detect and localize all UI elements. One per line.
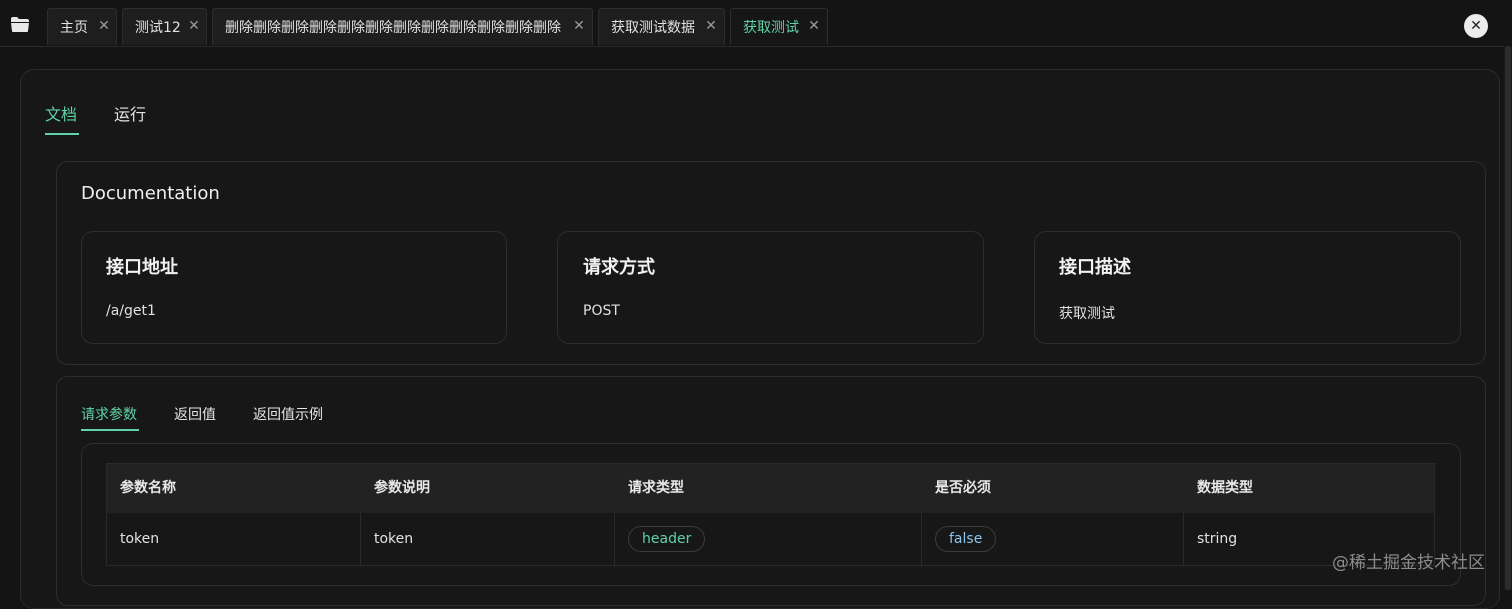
- close-all-button[interactable]: ✕: [1464, 14, 1488, 38]
- tab-return-values[interactable]: 返回值: [174, 404, 216, 424]
- cell-param-desc: token: [361, 513, 615, 565]
- tab-get-test-data[interactable]: 获取测试数据 ✕: [598, 8, 725, 45]
- tab-get-test[interactable]: 获取测试 ✕: [730, 8, 828, 45]
- cell-param-name: token: [107, 513, 361, 565]
- cell-request-type: header: [615, 513, 922, 565]
- table-row: token token header false string: [107, 513, 1434, 565]
- info-card-method: [557, 231, 984, 344]
- tab-label: 获取测试数据: [611, 20, 695, 36]
- watermark: @稀土掘金技术社区: [1332, 553, 1485, 573]
- column-header: 数据类型: [1197, 480, 1253, 496]
- cell-required: false: [922, 513, 1184, 565]
- info-card-title: 接口地址: [106, 257, 178, 278]
- tab-run[interactable]: 运行: [114, 101, 146, 125]
- params-table: 参数名称 参数说明 请求类型 是否必须 数据类型 token token hea…: [106, 463, 1435, 566]
- info-card-title: 请求方式: [583, 257, 655, 278]
- close-icon[interactable]: ✕: [95, 17, 113, 35]
- scrollbar-thumb[interactable]: [1505, 46, 1511, 590]
- info-card-address: [81, 231, 507, 344]
- tab-label: 删除删除删除删除删除删除删除删除删除删除删除删除: [225, 20, 561, 36]
- column-header: 参数名称: [120, 480, 176, 496]
- active-section-indicator: [81, 429, 139, 431]
- required-tag: false: [935, 526, 997, 552]
- tab-docs[interactable]: 文档: [45, 101, 77, 125]
- close-icon[interactable]: ✕: [805, 17, 823, 35]
- tab-return-example[interactable]: 返回值示例: [253, 404, 323, 424]
- close-icon[interactable]: ✕: [570, 17, 588, 35]
- table-header: 参数名称 参数说明 请求类型 是否必须 数据类型: [107, 464, 1434, 513]
- tab-test12[interactable]: 测试12 ✕: [122, 8, 207, 45]
- tab-label: 主页: [60, 20, 88, 36]
- tab-bar: 主页 ✕ 测试12 ✕ 删除删除删除删除删除删除删除删除删除删除删除删除 ✕ 获…: [0, 0, 1512, 47]
- tab-label: 获取测试: [743, 20, 799, 36]
- info-card-value: 获取测试: [1059, 306, 1115, 322]
- documentation-title: Documentation: [81, 183, 220, 204]
- active-tab-indicator: [45, 133, 79, 135]
- folder-icon[interactable]: [10, 16, 30, 33]
- close-icon[interactable]: ✕: [702, 17, 720, 35]
- tab-request-params[interactable]: 请求参数: [81, 404, 137, 424]
- column-header: 参数说明: [374, 480, 430, 496]
- info-card-title: 接口描述: [1059, 257, 1131, 278]
- request-type-tag: header: [628, 526, 706, 552]
- info-card-value: POST: [583, 303, 620, 319]
- tab-label: 测试12: [135, 20, 181, 36]
- tab-delete[interactable]: 删除删除删除删除删除删除删除删除删除删除删除删除 ✕: [212, 8, 593, 45]
- scrollbar[interactable]: [1504, 46, 1512, 590]
- info-card-value: /a/get1: [106, 303, 156, 319]
- tab-home[interactable]: 主页 ✕: [47, 8, 117, 45]
- column-header: 是否必须: [935, 480, 991, 496]
- info-card-description: [1034, 231, 1461, 344]
- column-header: 请求类型: [628, 480, 684, 496]
- close-icon[interactable]: ✕: [185, 17, 203, 35]
